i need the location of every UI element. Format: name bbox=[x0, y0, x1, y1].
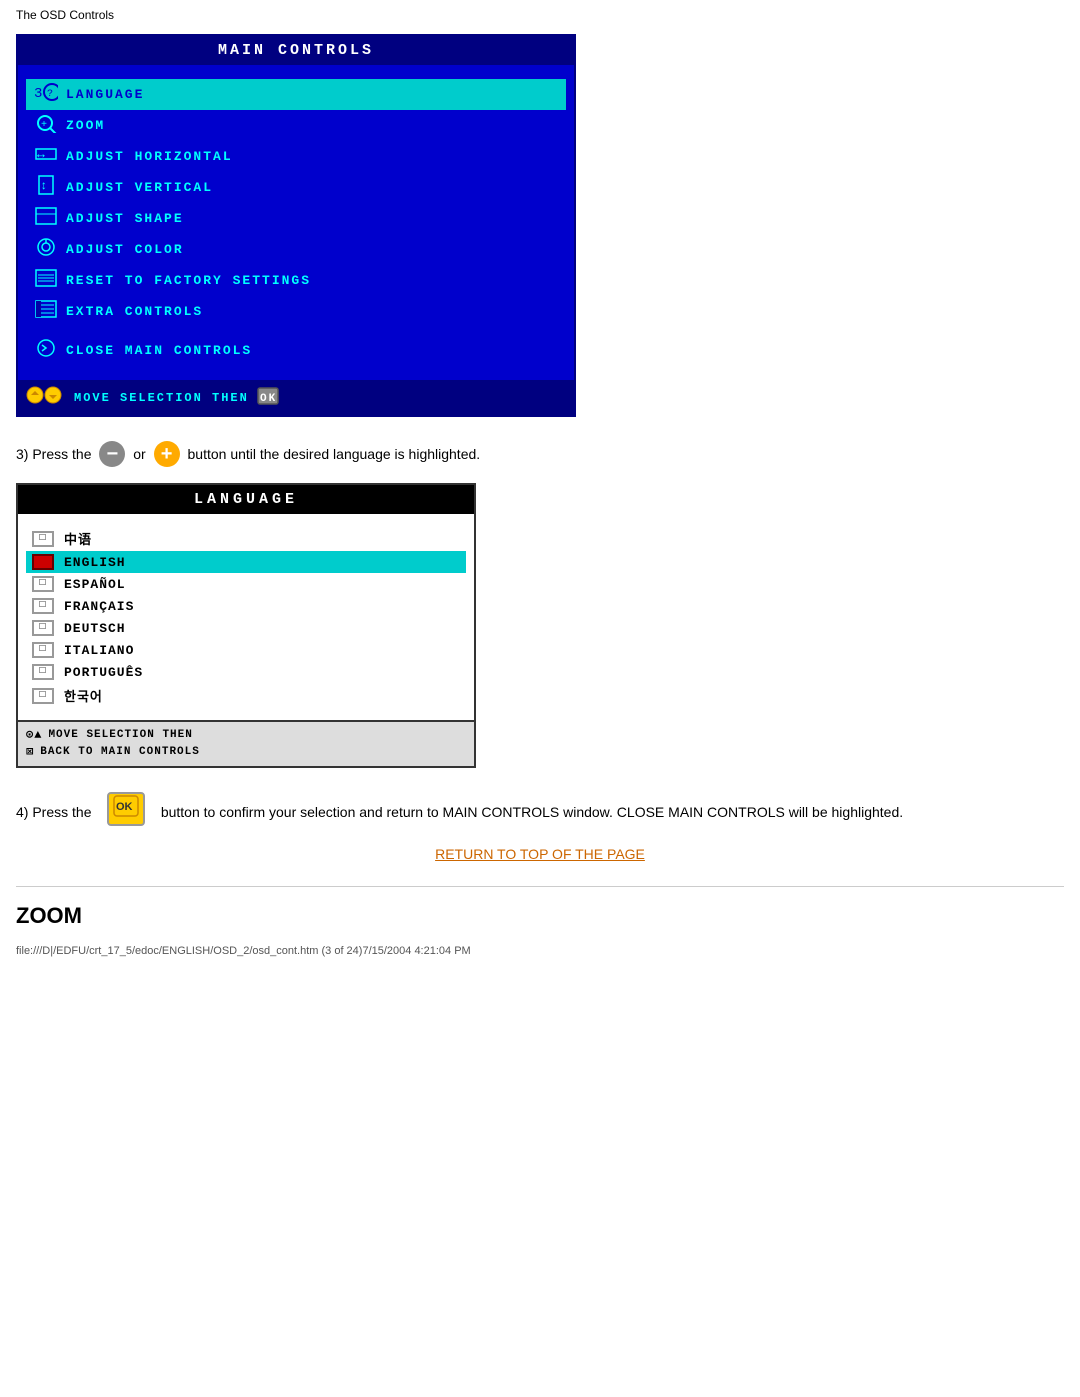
svg-text:↔: ↔ bbox=[37, 147, 46, 162]
language-header: LANGUAGE bbox=[18, 485, 474, 514]
main-controls-adj-color-item[interactable]: ADJUST COLOR bbox=[26, 234, 566, 265]
footer-ok-icon: ⊠ bbox=[26, 744, 34, 759]
ok-button-icon: OK bbox=[107, 792, 145, 826]
zoom-heading: ZOOM bbox=[16, 903, 1064, 929]
lang-italian[interactable]: □ ITALIANO bbox=[26, 639, 466, 661]
adj-vert-label: ADJUST VERTICAL bbox=[66, 180, 213, 195]
footer-move-icon: ⊙▲ bbox=[26, 727, 42, 742]
lang-german-label: DEUTSCH bbox=[64, 621, 126, 636]
lang-german[interactable]: □ DEUTSCH bbox=[26, 617, 466, 639]
adj-horiz-icon: ↔ bbox=[32, 144, 60, 169]
lang-portuguese[interactable]: □ PORTUGUÊS bbox=[26, 661, 466, 683]
language-body: □ 中语 ENGLISH □ ESPAÑOL □ FRANÇAIS □ DEUT… bbox=[18, 514, 474, 720]
zoom-label: ZOOM bbox=[66, 118, 105, 133]
lang-italian-icon: □ bbox=[32, 642, 54, 658]
adj-shape-label: ADJUST SHAPE bbox=[66, 211, 184, 226]
language-osd: LANGUAGE □ 中语 ENGLISH □ ESPAÑOL □ FRANÇA… bbox=[16, 483, 476, 768]
extra-icon bbox=[32, 299, 60, 324]
main-controls-footer: MOVE SELECTION THEN OK bbox=[18, 380, 574, 415]
lang-spanish-label: ESPAÑOL bbox=[64, 577, 126, 592]
main-controls-reset-item[interactable]: RESET TO FACTORY SETTINGS bbox=[26, 265, 566, 296]
instruction-3: 3) Press the − or + button until the des… bbox=[16, 441, 1064, 467]
svg-text:OK: OK bbox=[260, 393, 277, 405]
footer-back-text: BACK TO MAIN CONTROLS bbox=[40, 746, 200, 758]
lang-german-icon: □ bbox=[32, 620, 54, 636]
main-controls-osd: MAIN CONTROLS 3 ? LANGUAGE + bbox=[16, 34, 576, 417]
ok-icon: OK bbox=[257, 386, 279, 410]
footer-back-line: ⊠ BACK TO MAIN CONTROLS bbox=[26, 744, 466, 759]
lang-korean[interactable]: □ 한국어 bbox=[26, 683, 466, 708]
lang-french-icon: □ bbox=[32, 598, 54, 614]
adj-shape-icon bbox=[32, 206, 60, 231]
minus-button-icon: − bbox=[99, 441, 125, 467]
lang-french-label: FRANÇAIS bbox=[64, 599, 134, 614]
main-controls-adj-shape-item[interactable]: ADJUST SHAPE bbox=[26, 203, 566, 234]
lang-portuguese-label: PORTUGUÊS bbox=[64, 665, 143, 680]
main-controls-body: 3 ? LANGUAGE + ZOOM bbox=[18, 65, 574, 380]
extra-label: EXTRA CONTROLS bbox=[66, 304, 203, 319]
language-icon: 3 ? bbox=[32, 82, 60, 107]
return-link[interactable]: RETURN TO TOP OF THE PAGE bbox=[16, 846, 1064, 862]
close-icon bbox=[32, 338, 60, 363]
main-controls-adj-horiz-item[interactable]: ↔ ADJUST HORIZONTAL bbox=[26, 141, 566, 172]
lang-korean-icon: □ bbox=[32, 688, 54, 704]
footer-icons bbox=[26, 385, 68, 410]
instruction-4: 4) Press the OK button to confirm your s… bbox=[16, 792, 1064, 826]
svg-text:+: + bbox=[41, 120, 48, 131]
main-controls-extra-item[interactable]: EXTRA CONTROLS bbox=[26, 296, 566, 327]
svg-text:OK: OK bbox=[116, 801, 133, 813]
lang-english-label: ENGLISH bbox=[64, 555, 126, 570]
lang-spanish-icon: □ bbox=[32, 576, 54, 592]
svg-text:?: ? bbox=[47, 89, 54, 100]
reset-icon bbox=[32, 268, 60, 293]
lang-portuguese-icon: □ bbox=[32, 664, 54, 680]
main-controls-language-item[interactable]: 3 ? LANGUAGE bbox=[26, 79, 566, 110]
page-title: The OSD Controls bbox=[16, 8, 1064, 22]
svg-text:↕: ↕ bbox=[40, 179, 48, 193]
main-controls-zoom-item[interactable]: + ZOOM bbox=[26, 110, 566, 141]
section-divider bbox=[16, 886, 1064, 887]
adj-color-label: ADJUST COLOR bbox=[66, 242, 184, 257]
lang-english-icon bbox=[32, 554, 54, 570]
footer-text: MOVE SELECTION THEN bbox=[74, 391, 249, 405]
main-controls-adj-vert-item[interactable]: ↕ ADJUST VERTICAL bbox=[26, 172, 566, 203]
lang-italian-label: ITALIANO bbox=[64, 643, 134, 658]
lang-spanish[interactable]: □ ESPAÑOL bbox=[26, 573, 466, 595]
main-controls-header: MAIN CONTROLS bbox=[18, 36, 574, 65]
lang-english[interactable]: ENGLISH bbox=[26, 551, 466, 573]
footer-move-line: ⊙▲ MOVE SELECTION THEN bbox=[26, 727, 466, 742]
svg-text:3: 3 bbox=[34, 86, 43, 102]
lang-chinese[interactable]: □ 中语 bbox=[26, 526, 466, 551]
adj-vert-icon: ↕ bbox=[32, 175, 60, 200]
lang-chinese-icon: □ bbox=[32, 531, 54, 547]
adj-horiz-label: ADJUST HORIZONTAL bbox=[66, 149, 233, 164]
lang-french[interactable]: □ FRANÇAIS bbox=[26, 595, 466, 617]
close-label: CLOSE MAIN CONTROLS bbox=[66, 343, 252, 358]
lang-korean-label: 한국어 bbox=[64, 686, 103, 705]
status-bar: file:///D|/EDFU/crt_17_5/edoc/ENGLISH/OS… bbox=[16, 945, 1064, 957]
reset-label: RESET TO FACTORY SETTINGS bbox=[66, 273, 311, 288]
language-footer: ⊙▲ MOVE SELECTION THEN ⊠ BACK TO MAIN CO… bbox=[18, 720, 474, 766]
lang-chinese-label: 中语 bbox=[64, 529, 92, 548]
language-label: LANGUAGE bbox=[66, 87, 144, 102]
main-controls-close-item[interactable]: CLOSE MAIN CONTROLS bbox=[26, 335, 566, 366]
adj-color-icon bbox=[32, 237, 60, 262]
zoom-icon: + bbox=[32, 113, 60, 138]
plus-button-icon: + bbox=[154, 441, 180, 467]
footer-move-text: MOVE SELECTION THEN bbox=[48, 729, 192, 741]
